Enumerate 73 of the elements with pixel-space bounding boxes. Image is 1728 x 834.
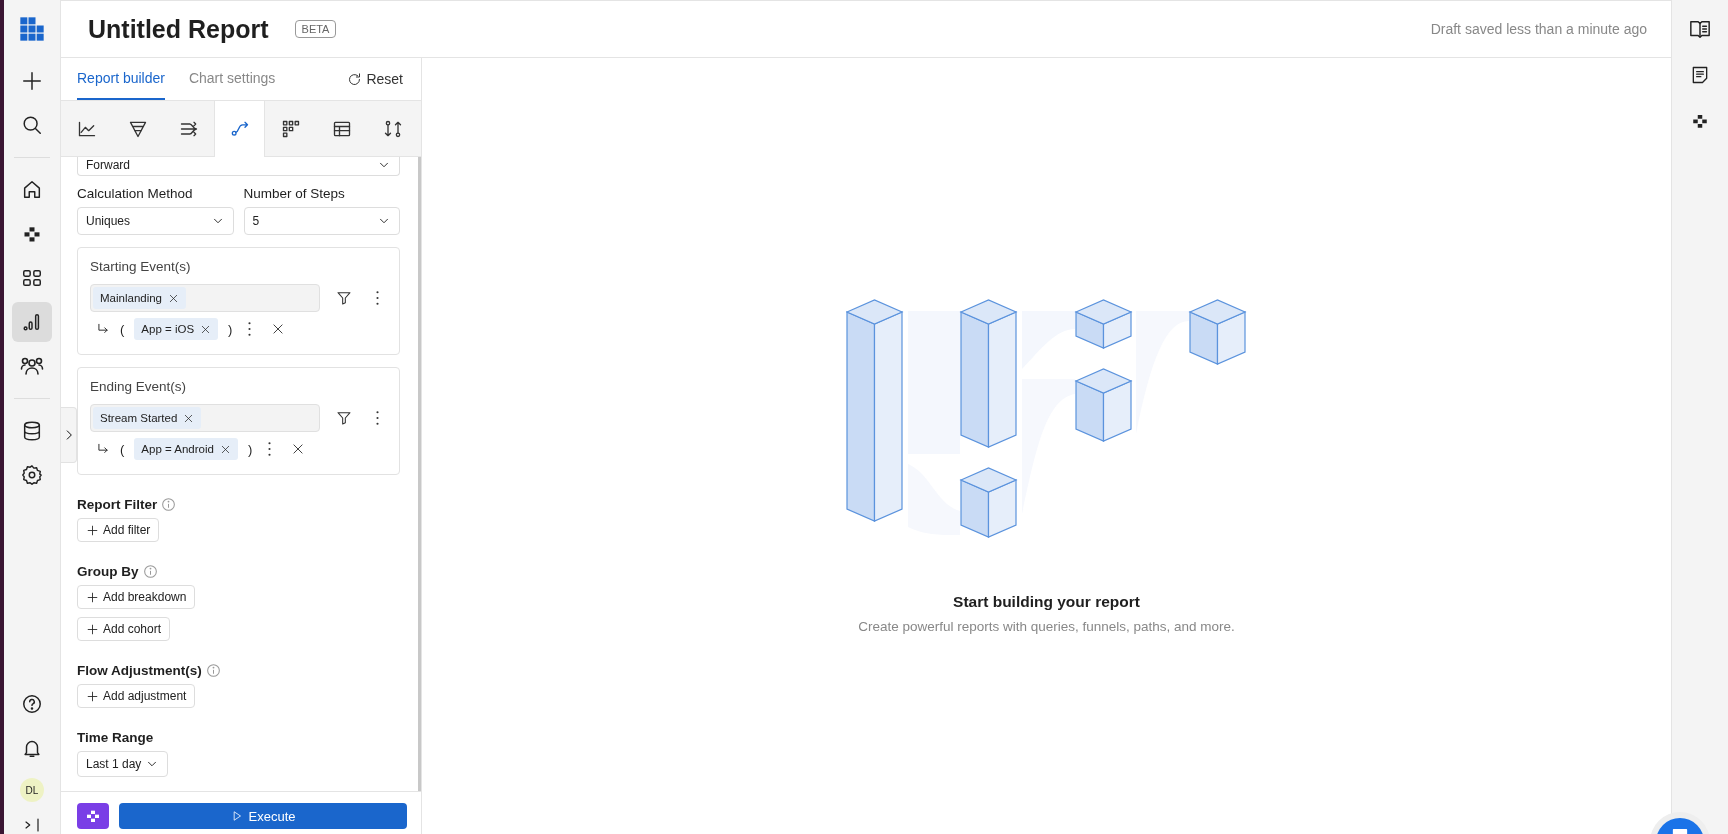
add-button[interactable]: Add adjustment — [77, 684, 196, 708]
book-icon — [1689, 18, 1711, 40]
paren-text: ) — [246, 441, 254, 457]
collapse-icon — [23, 816, 41, 834]
event-chip[interactable]: Stream Started — [93, 407, 202, 429]
dots-icon — [85, 808, 101, 824]
path-icon — [229, 119, 250, 139]
report-title: Untitled Report — [88, 14, 269, 44]
dropdown[interactable]: 5 — [243, 207, 400, 235]
paren-text: ( — [119, 441, 126, 457]
logo-icon — [18, 14, 46, 43]
dots-icon — [1691, 112, 1709, 130]
section-title: Group By — [77, 564, 139, 579]
nav-button[interactable] — [12, 302, 52, 342]
filter-icon — [336, 410, 352, 426]
add-button[interactable]: Add breakdown — [77, 585, 196, 609]
panel-tab[interactable]: Chart settings — [188, 58, 276, 100]
close-icon — [168, 292, 179, 304]
close-icon — [271, 322, 286, 336]
paren-text: ) — [227, 321, 234, 337]
filter-chip[interactable]: App = iOS — [134, 318, 219, 340]
user-avatar[interactable]: DL — [20, 778, 44, 802]
direction-select[interactable]: Forward — [77, 157, 400, 176]
card-title: Ending Event(s) — [90, 379, 188, 394]
event-chip[interactable]: Mainlanding — [93, 287, 186, 309]
dots-grid-icon — [280, 118, 301, 139]
settings-icon — [21, 464, 43, 486]
card-title: Starting Event(s) — [90, 259, 192, 274]
help-icon — [21, 693, 43, 715]
field-label: Number of Steps — [243, 186, 346, 201]
close-icon — [219, 443, 231, 455]
plus-icon — [21, 70, 43, 92]
grid-icon — [21, 267, 43, 289]
refresh-icon — [347, 71, 363, 87]
home-icon — [21, 179, 43, 201]
more-icon — [376, 291, 379, 305]
save-status: Draft saved less than a minute ago — [1430, 21, 1647, 37]
close-icon — [291, 442, 306, 456]
return-arrow-icon — [96, 322, 110, 336]
reset-button[interactable]: Reset — [341, 58, 409, 100]
app-icon[interactable] — [77, 803, 109, 829]
plus-icon — [86, 622, 99, 636]
note-icon — [1690, 65, 1710, 85]
database-icon — [21, 420, 43, 442]
more-icon — [248, 322, 252, 336]
dots-icon — [22, 224, 42, 244]
close-icon — [183, 412, 195, 424]
search-icon — [21, 114, 43, 136]
section-title: Time Range — [77, 730, 154, 745]
event-input[interactable]: Mainlanding — [90, 284, 320, 312]
more-icon — [268, 442, 272, 456]
add-button[interactable]: Add cohort — [77, 617, 171, 641]
field-label: Calculation Method — [77, 186, 194, 201]
filter-chip[interactable]: App = Android — [134, 438, 238, 460]
time-range-select[interactable]: Last 1 day — [77, 751, 169, 777]
add-button[interactable]: Add filter — [77, 518, 160, 542]
paren-text: ( — [119, 321, 126, 337]
filter-icon — [336, 290, 352, 306]
execute-button[interactable]: Execute — [119, 803, 407, 829]
more-icon — [376, 411, 379, 425]
section-title: Flow Adjustment(s) — [77, 663, 202, 678]
empty-state-title: Start building your report — [953, 593, 1140, 611]
event-input[interactable]: Stream Started — [90, 404, 320, 432]
section-title: Report Filter — [77, 497, 158, 512]
empty-state-subtitle: Create powerful reports with queries, funnels, paths, and more. — [858, 619, 1235, 634]
close-icon — [200, 323, 212, 335]
plus-icon — [86, 590, 99, 604]
plus-icon — [86, 689, 99, 703]
plus-icon — [86, 523, 99, 537]
return-arrow-icon — [96, 442, 110, 456]
compare-icon — [382, 118, 403, 139]
dropdown[interactable]: Uniques — [77, 207, 234, 235]
beta-badge: BETA — [294, 20, 337, 38]
